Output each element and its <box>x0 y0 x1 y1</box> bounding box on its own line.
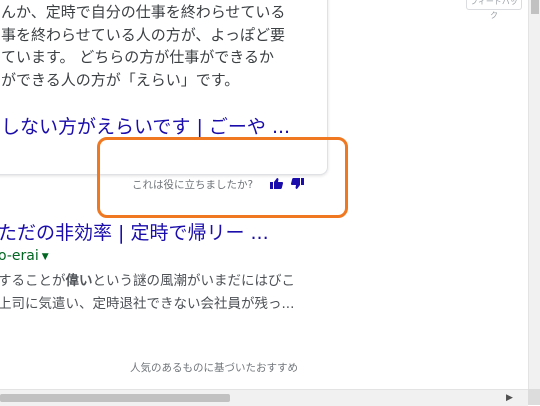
snippet-text: んか、定時で自分の仕事を終わらせている 事を終わらせている人の方が、よっぽど要 … <box>1 1 321 91</box>
horizontal-scrollbar[interactable]: ▶ <box>0 389 528 406</box>
recommendation-note: 人気のあるものに基づいたおすすめ <box>130 362 298 374</box>
scroll-right-arrow-icon[interactable]: ▶ <box>506 393 513 403</box>
snippet-line: 事を終わらせている人の方が、よっぽど要 <box>1 25 285 44</box>
result-snippet-line: 上司に気遣い、定時退社できない会社員が残っ... <box>0 296 295 312</box>
chevron-down-icon[interactable]: ▼ <box>42 252 49 262</box>
snippet-keyword: 偉い <box>65 273 93 289</box>
snippet-text-part: することが <box>0 273 66 289</box>
highlight-annotation-box <box>97 137 348 218</box>
scrollbar-corner <box>528 389 540 405</box>
result-url-text: o-erai <box>0 248 39 264</box>
feedback-tag[interactable]: フィードバック <box>466 0 522 20</box>
vertical-scrollbar[interactable] <box>528 0 540 389</box>
snippet-line: んか、定時で自分の仕事を終わらせている <box>1 3 286 21</box>
result-snippet: することが偉いという謎の風潮がいまだにはびこ 上司に気遣い、定時退社できない会社… <box>0 270 295 316</box>
result-snippet-line: することが偉いという謎の風潮がいまだにはびこ <box>0 270 295 293</box>
result-title-link[interactable]: ただの非効率 | 定時で帰リー ... <box>0 218 269 245</box>
snippet-text-part: という謎の風潮がいまだにはびこ <box>92 273 296 289</box>
horizontal-scrollbar-thumb[interactable] <box>0 394 230 402</box>
vertical-scrollbar-thumb[interactable] <box>531 0 539 14</box>
snippet-source-link[interactable]: しない方がえらいです | ごーや ... <box>1 112 290 139</box>
snippet-line: ています。 どちらの方が仕事ができるか <box>1 48 274 66</box>
snippet-line: ができる人の方が「えらい」です。 <box>1 70 240 89</box>
result-url[interactable]: o-erai ▼ <box>0 248 49 264</box>
